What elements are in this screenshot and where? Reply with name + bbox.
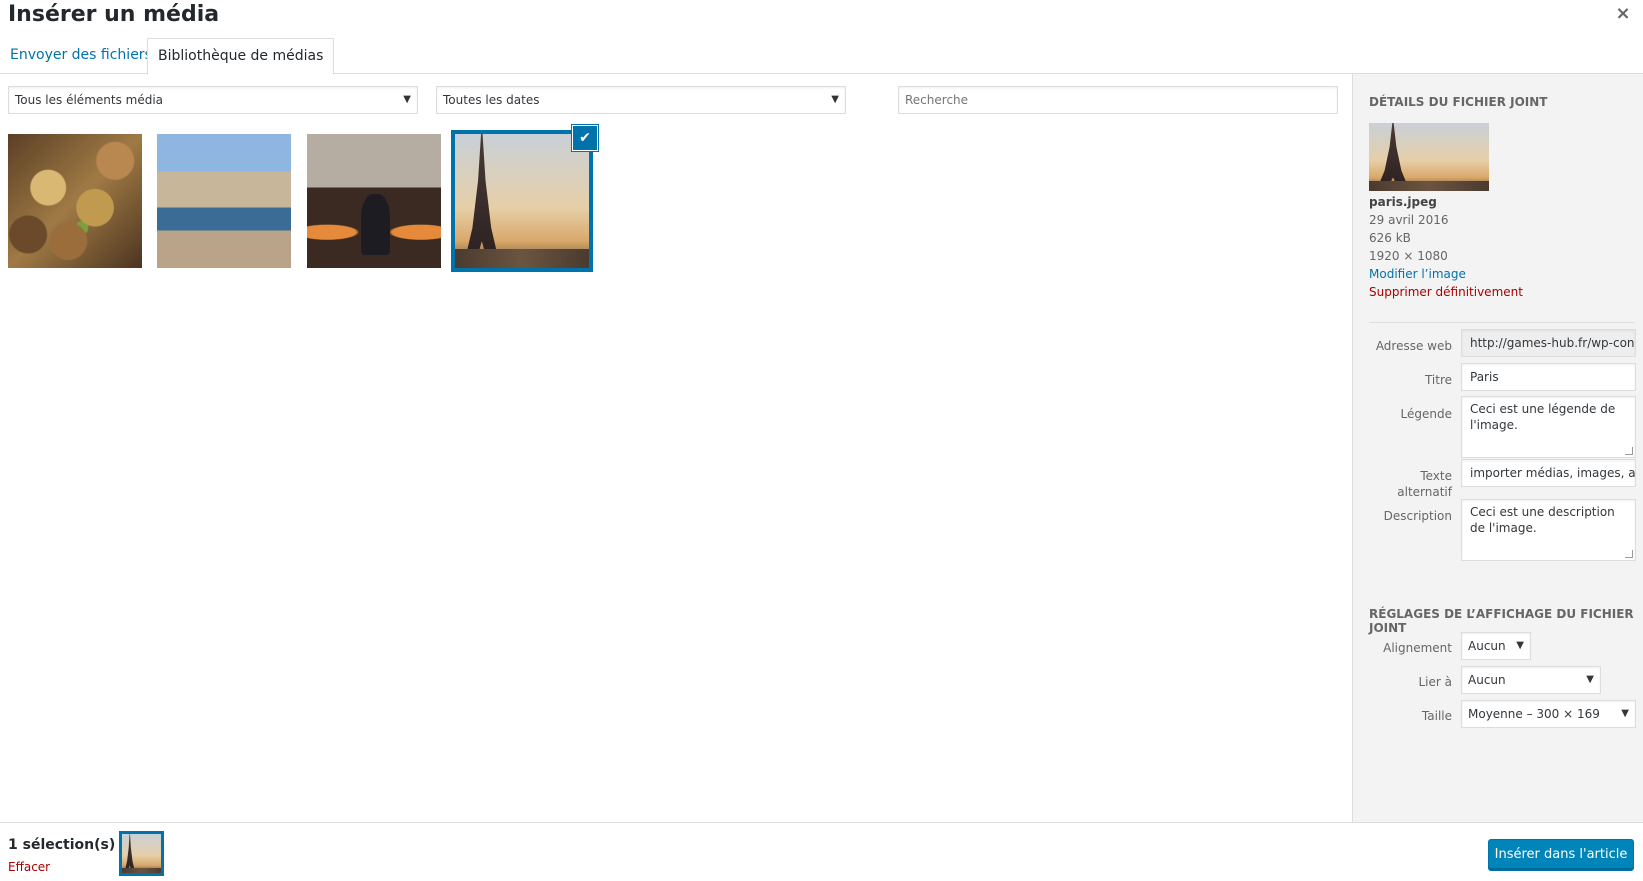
url-label: Adresse web xyxy=(1375,339,1452,353)
dropdown-arrow-icon: ▼ xyxy=(403,94,411,105)
alt-text-label: Texte alternatif xyxy=(1397,468,1452,500)
selected-thumbnail[interactable] xyxy=(119,831,164,876)
caption-field[interactable]: Ceci est une légende de l'image. xyxy=(1461,396,1636,458)
description-label: Description xyxy=(1383,509,1452,523)
tab-upload-files[interactable]: Envoyer des fichiers xyxy=(0,38,162,74)
dropdown-arrow-icon: ▼ xyxy=(1586,674,1594,685)
url-field[interactable]: http://games-hub.fr/wp-con xyxy=(1461,329,1636,357)
alt-text-label-line1: Texte xyxy=(1420,469,1452,483)
title-field[interactable]: Paris xyxy=(1461,363,1636,391)
media-item-paris-selected[interactable]: ✔ xyxy=(451,126,597,272)
thumbnail-image xyxy=(157,134,291,268)
thumbnail-image xyxy=(455,134,589,268)
media-toolbar: 1 sélection(s) Effacer Insérer dans l'ar… xyxy=(0,822,1643,881)
file-size: 626 kB xyxy=(1369,231,1411,245)
alignment-select-value: Aucun xyxy=(1468,639,1506,653)
media-item-locks[interactable] xyxy=(8,134,142,268)
media-modal: Insérer un média × Envoyer des fichiers … xyxy=(0,0,1643,881)
link-to-select[interactable]: Aucun ▼ xyxy=(1461,666,1601,694)
close-icon[interactable]: × xyxy=(1611,2,1635,26)
selected-thumbnail-image xyxy=(122,834,161,873)
upload-date: 29 avril 2016 xyxy=(1369,213,1449,227)
size-select[interactable]: Moyenne – 300 × 169 ▼ xyxy=(1461,700,1636,728)
link-to-select-value: Aucun xyxy=(1468,673,1506,687)
alignment-select[interactable]: Aucun ▼ xyxy=(1461,632,1531,660)
clear-selection-link[interactable]: Effacer xyxy=(8,860,50,874)
alt-text-field[interactable]: importer médias, images, ar xyxy=(1461,459,1636,487)
modal-title: Insérer un média xyxy=(8,2,220,27)
media-item-marseille[interactable] xyxy=(157,134,291,268)
link-to-label: Lier à xyxy=(1418,675,1452,689)
media-library-content: Tous les éléments média ▼ Toutes les dat… xyxy=(0,74,1352,822)
delete-permanently-link[interactable]: Supprimer définitivement xyxy=(1369,283,1523,301)
alignment-label: Alignement xyxy=(1383,641,1452,655)
title-label: Titre xyxy=(1424,373,1452,387)
attachment-details-heading: Détails du fichier joint xyxy=(1369,95,1548,109)
thumbnail-image xyxy=(8,134,142,268)
size-select-value: Moyenne – 300 × 169 xyxy=(1468,707,1600,721)
insert-into-post-button[interactable]: Insérer dans l'article xyxy=(1488,839,1634,871)
thumbnail-image xyxy=(307,134,441,268)
divider xyxy=(1369,322,1635,323)
attachment-preview xyxy=(1369,123,1489,191)
media-search-input[interactable] xyxy=(898,86,1338,114)
dropdown-arrow-icon: ▼ xyxy=(831,94,839,105)
image-dimensions: 1920 × 1080 xyxy=(1369,249,1448,263)
checkmark-icon[interactable]: ✔ xyxy=(573,126,597,150)
description-field[interactable]: Ceci est une description de l'image. xyxy=(1461,499,1636,561)
preview-image xyxy=(1369,123,1489,191)
tab-media-library[interactable]: Bibliothèque de médias xyxy=(147,38,335,75)
edit-image-link[interactable]: Modifier l’image xyxy=(1369,265,1523,283)
alt-text-label-line2: alternatif xyxy=(1397,485,1452,499)
selection-count: 1 sélection(s) xyxy=(8,837,116,853)
date-filter-value: Toutes les dates xyxy=(443,93,540,107)
caption-label: Légende xyxy=(1400,407,1452,421)
media-type-filter[interactable]: Tous les éléments média ▼ xyxy=(8,86,418,114)
date-filter[interactable]: Toutes les dates ▼ xyxy=(436,86,846,114)
media-item-station[interactable] xyxy=(307,134,441,268)
media-tabs: Envoyer des fichiers Bibliothèque de méd… xyxy=(0,38,1643,75)
file-name: paris.jpeg xyxy=(1369,195,1437,209)
dropdown-arrow-icon: ▼ xyxy=(1621,708,1629,719)
dropdown-arrow-icon: ▼ xyxy=(1516,640,1524,651)
size-label: Taille xyxy=(1421,709,1452,723)
attachment-info: paris.jpeg 29 avril 2016 626 kB 1920 × 1… xyxy=(1369,193,1523,301)
media-type-filter-value: Tous les éléments média xyxy=(15,93,164,107)
display-settings-heading: Réglages de l’affichage du fichier joint xyxy=(1369,607,1634,635)
attachment-details-sidebar: Détails du fichier joint paris.jpeg 29 a… xyxy=(1352,74,1643,822)
